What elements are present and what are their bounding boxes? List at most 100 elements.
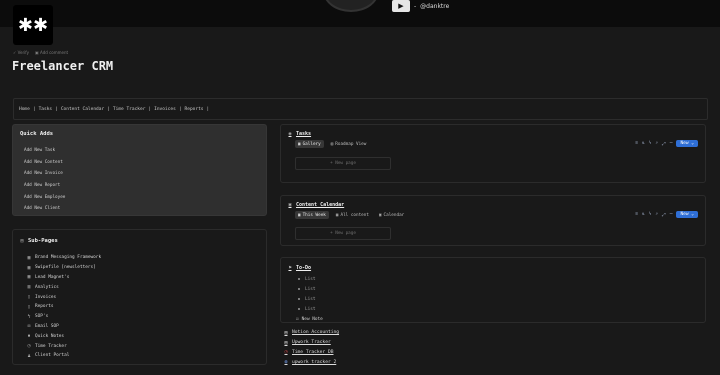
nav-tasks[interactable]: Tasks (39, 107, 53, 112)
list-item-text: List (305, 306, 316, 312)
bolt-icon: ϟ (27, 313, 31, 320)
sub-page-link[interactable]: ϟ SOP's (26, 312, 101, 322)
bolt-icon[interactable]: ϟ (649, 141, 652, 146)
add-new-invoice-button[interactable]: Add New Invoice (23, 168, 263, 180)
globe-icon: ◍ (284, 359, 288, 366)
link-upwork-tracker-2[interactable]: ◍ upwork tracker 2 (283, 357, 339, 367)
add-new-report-button[interactable]: Add New Report (23, 180, 263, 192)
sub-page-link[interactable]: ▯ Invoices (26, 292, 101, 302)
tab-label: This Week (302, 212, 326, 218)
calendar-icon: ▣ (378, 212, 382, 218)
sub-page-link[interactable]: ♟ Client Portal (26, 351, 101, 361)
expand-icon[interactable]: ⤢ (662, 141, 666, 147)
list-item[interactable]: List (298, 294, 323, 304)
sub-page-link[interactable]: ✉ Email SOP (26, 322, 101, 332)
list-item[interactable]: List (298, 304, 323, 314)
list-item[interactable]: List (298, 284, 323, 294)
todo-heading: ⚑ To-Do (287, 265, 311, 271)
tab-this-week[interactable]: ▦ This Week (295, 211, 329, 219)
page-meta: ✓ Verify ▣ Add comment (13, 50, 68, 55)
document-icon: ▯ (27, 294, 31, 301)
new-page-button[interactable]: + New page (295, 227, 391, 240)
checkbox-icon: ☑ (296, 316, 299, 322)
tab-roadmap-view[interactable]: ▥ Roadmap View (328, 140, 370, 148)
link-time-tracker-db[interactable]: ◷ Time Tracker DB (283, 348, 339, 358)
tab-calendar[interactable]: ▣ Calendar (376, 211, 407, 219)
sub-page-link[interactable]: ▦ Swipefile [newsletters] (26, 263, 101, 273)
new-label: New (680, 141, 689, 146)
nav-content-calendar[interactable]: Content Calendar (61, 107, 104, 112)
channel-handle[interactable]: @danktre (420, 3, 449, 10)
flag-icon: ⚑ (288, 265, 292, 271)
list-item-text: List (305, 296, 316, 302)
add-new-content-button[interactable]: Add New Content (23, 157, 263, 169)
play-icon[interactable]: ▶ (392, 0, 410, 12)
tab-label: Roadmap View (335, 141, 367, 147)
tasks-title: Tasks (296, 131, 312, 137)
new-content-button[interactable]: New ⌄ (676, 211, 698, 218)
bullet-icon (298, 298, 300, 300)
verify-link[interactable]: ✓ Verify (13, 50, 29, 55)
sub-page-label: Client Portal (35, 353, 70, 359)
sort-icon[interactable]: ⇅ (642, 212, 645, 217)
sub-page-link[interactable]: ▯ Reports (26, 302, 101, 312)
add-comment-label: Add comment (40, 50, 69, 55)
add-new-task-button[interactable]: Add New Task (23, 145, 263, 157)
sub-page-label: Brand Messaging Framework (35, 255, 102, 261)
sub-pages-heading: ▤ Sub-Pages (19, 238, 58, 244)
content-calendar-heading[interactable]: ▣ Content Calendar (287, 202, 344, 208)
link-upwork-tracker[interactable]: ▤ Upwork Tracker (283, 338, 339, 348)
calendar-view-tabs: ▦ This Week ▦ All content ▣ Calendar (295, 211, 407, 219)
new-label: New (680, 212, 689, 217)
link-notion-accounting[interactable]: ▤ Notion Accounting (283, 328, 339, 338)
sub-page-link[interactable]: ▪ Quick Notes (26, 331, 101, 341)
new-page-button[interactable]: + New page (295, 157, 391, 170)
more-icon[interactable]: ⋯ (670, 141, 673, 146)
asterisk-logo-icon: ✱✱ (17, 14, 49, 36)
page-logo: ✱✱ (13, 5, 53, 45)
list-item[interactable]: List (298, 274, 323, 284)
sub-page-link[interactable]: ▥ Analytics (26, 282, 101, 292)
clock-icon: ◷ (284, 349, 288, 356)
grid-icon: ▦ (27, 274, 31, 281)
new-task-button[interactable]: New ⌄ (676, 140, 698, 147)
new-note-button[interactable]: ☑ New Note (296, 314, 323, 324)
sub-pages-title: Sub-Pages (28, 238, 58, 244)
grid-icon: ▦ (27, 264, 31, 271)
nav-invoices[interactable]: Invoices (154, 107, 176, 112)
nav-time-tracker[interactable]: Time Tracker (113, 107, 146, 112)
sub-pages-panel: ▤ Sub-Pages ▦ Brand Messaging Framework ▦… (12, 229, 267, 365)
bolt-icon[interactable]: ϟ (649, 212, 652, 217)
ledger-icon: ▤ (284, 329, 288, 336)
sub-page-label: Quick Notes (35, 333, 65, 339)
nav-separator: | (206, 106, 210, 112)
todo-panel: ⚑ To-Do List List List List ☑ New Note (280, 257, 706, 323)
tasks-database: ◉ Tasks ▦ Gallery ▥ Roadmap View ≡ ⇅ ϟ ⌕ ⤢… (280, 124, 706, 183)
link-label: Time Tracker DB (292, 349, 334, 355)
tab-all-content[interactable]: ▦ All content (333, 211, 372, 219)
sub-page-label: Lead Magnet's (35, 274, 70, 280)
nav-separator: | (178, 106, 182, 112)
tasks-heading[interactable]: ◉ Tasks (287, 131, 311, 137)
add-new-employee-button[interactable]: Add New Employee (23, 191, 263, 203)
sub-page-link[interactable]: ▦ Lead Magnet's (26, 273, 101, 283)
chart-icon: ▥ (27, 284, 31, 291)
add-new-client-button[interactable]: Add New Client (23, 203, 263, 215)
tab-gallery[interactable]: ▦ Gallery (295, 140, 324, 148)
search-icon[interactable]: ⌕ (655, 212, 658, 217)
sub-page-link[interactable]: ◷ Time Tracker (26, 341, 101, 351)
filter-icon[interactable]: ≡ (635, 141, 638, 146)
sub-page-link[interactable]: ▦ Brand Messaging Framework (26, 253, 101, 263)
nav-home[interactable]: Home (19, 107, 30, 112)
more-icon[interactable]: ⋯ (670, 212, 673, 217)
nav-reports[interactable]: Reports (185, 107, 204, 112)
person-icon: ♟ (27, 352, 31, 359)
expand-icon[interactable]: ⤢ (662, 212, 666, 218)
filter-icon[interactable]: ≡ (635, 212, 638, 217)
quick-adds-panel: Quick Adds Add New Task Add New Content … (12, 124, 267, 216)
add-comment-link[interactable]: ▣ Add comment (35, 50, 68, 55)
youtube-handle[interactable]: ▶ - @danktre (392, 0, 449, 12)
sub-page-label: Invoices (35, 294, 57, 300)
sort-icon[interactable]: ⇅ (642, 141, 645, 146)
search-icon[interactable]: ⌕ (655, 141, 658, 146)
